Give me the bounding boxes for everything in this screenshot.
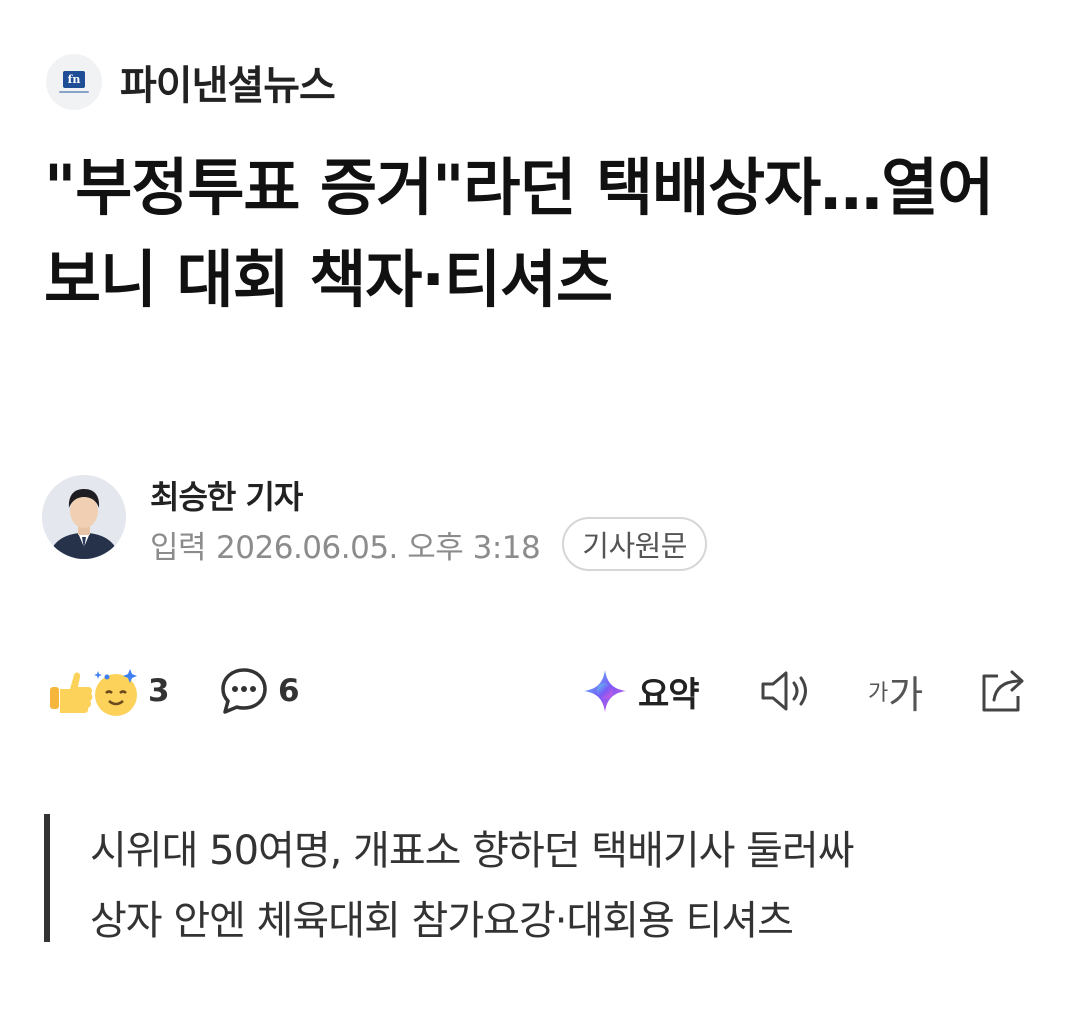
publisher-name[interactable]: 파이낸셜뉴스 [120, 53, 336, 111]
publisher-header[interactable]: fn 파이낸셜뉴스 [46, 53, 336, 111]
comment-icon [221, 668, 267, 714]
reporter-photo [42, 475, 126, 559]
reaction-count: 3 [148, 673, 170, 709]
publisher-logo[interactable]: fn [46, 54, 102, 110]
subheading-line-2: 상자 안엔 체육대회 참가요강·대회용 티셔츠 [90, 898, 794, 944]
article-action-bar: 3 6 요약 가 가 [0, 656, 1080, 726]
publisher-logo-underline [59, 91, 89, 93]
font-size-large-icon: 가 [888, 672, 924, 717]
text-to-speech-button[interactable] [758, 656, 814, 726]
summary-label: 요약 [638, 674, 700, 715]
summary-button[interactable]: 요약 [582, 656, 700, 726]
article-meta: 입력 2026.06.05. 오후 3:18 기사원문 [150, 516, 707, 572]
font-size-button[interactable]: 가 가 [868, 656, 923, 726]
share-icon [982, 670, 1024, 712]
reporter-avatar[interactable] [42, 475, 126, 559]
reaction-button[interactable]: 3 [48, 656, 170, 726]
original-article-button[interactable]: 기사원문 [562, 517, 707, 571]
comment-count: 6 [278, 673, 300, 709]
reaction-emoji-icon [50, 669, 137, 716]
ai-summary-icon [584, 670, 626, 712]
publish-date: 2026.06.05. 오후 3:18 [216, 529, 541, 566]
publisher-logo-mark: fn [63, 71, 85, 88]
article-headline: "부정투표 증거"라던 택배상자…열어보니 대회 책자·티셔츠 [44, 151, 994, 316]
subheading-line-1: 시위대 50여명, 개표소 향하던 택배기사 둘러싸 [90, 828, 855, 874]
comment-button[interactable]: 6 [218, 656, 300, 726]
reporter-name[interactable]: 최승한 기자 [150, 472, 303, 518]
font-size-small-icon: 가 [868, 681, 889, 706]
article-page: fn 파이낸셜뉴스 "부정투표 증거"라던 택배상자…열어보니 대회 책자·티셔… [0, 0, 1080, 1011]
share-button[interactable] [978, 656, 1030, 726]
date-label: 입력 [150, 529, 207, 566]
article-subheading: 시위대 50여명, 개표소 향하던 택배기사 둘러싸 상자 안엔 체육대회 참가… [44, 814, 1040, 944]
speaker-icon [761, 671, 807, 711]
